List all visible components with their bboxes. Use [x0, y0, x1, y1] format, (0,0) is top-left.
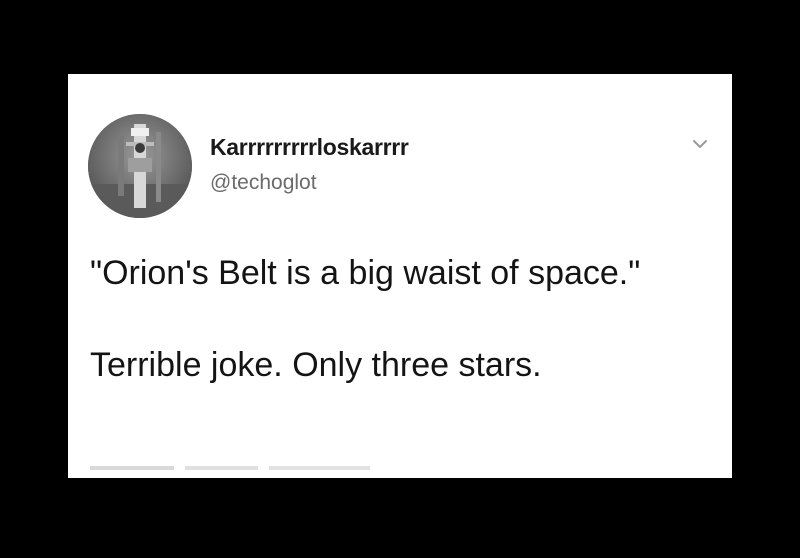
cropped-next-line	[90, 466, 370, 470]
tweet-card: Karrrrrrrrrloskarrrr @techoglot "Orion's…	[68, 74, 732, 478]
profile-photo-icon	[88, 114, 192, 218]
tweet-text-comment: Terrible joke. Only three stars.	[90, 346, 542, 384]
display-name[interactable]: Karrrrrrrrrloskarrrr	[210, 134, 409, 161]
avatar[interactable]	[88, 114, 192, 218]
user-handle[interactable]: @techoglot	[210, 171, 317, 195]
tweet-text: "Orion's Belt is a big waist of space." …	[90, 250, 710, 388]
chevron-down-icon[interactable]	[688, 134, 712, 154]
tweet-text-quote: "Orion's Belt is a big waist of space."	[90, 254, 641, 292]
image-frame: Karrrrrrrrrloskarrrr @techoglot "Orion's…	[0, 0, 800, 558]
